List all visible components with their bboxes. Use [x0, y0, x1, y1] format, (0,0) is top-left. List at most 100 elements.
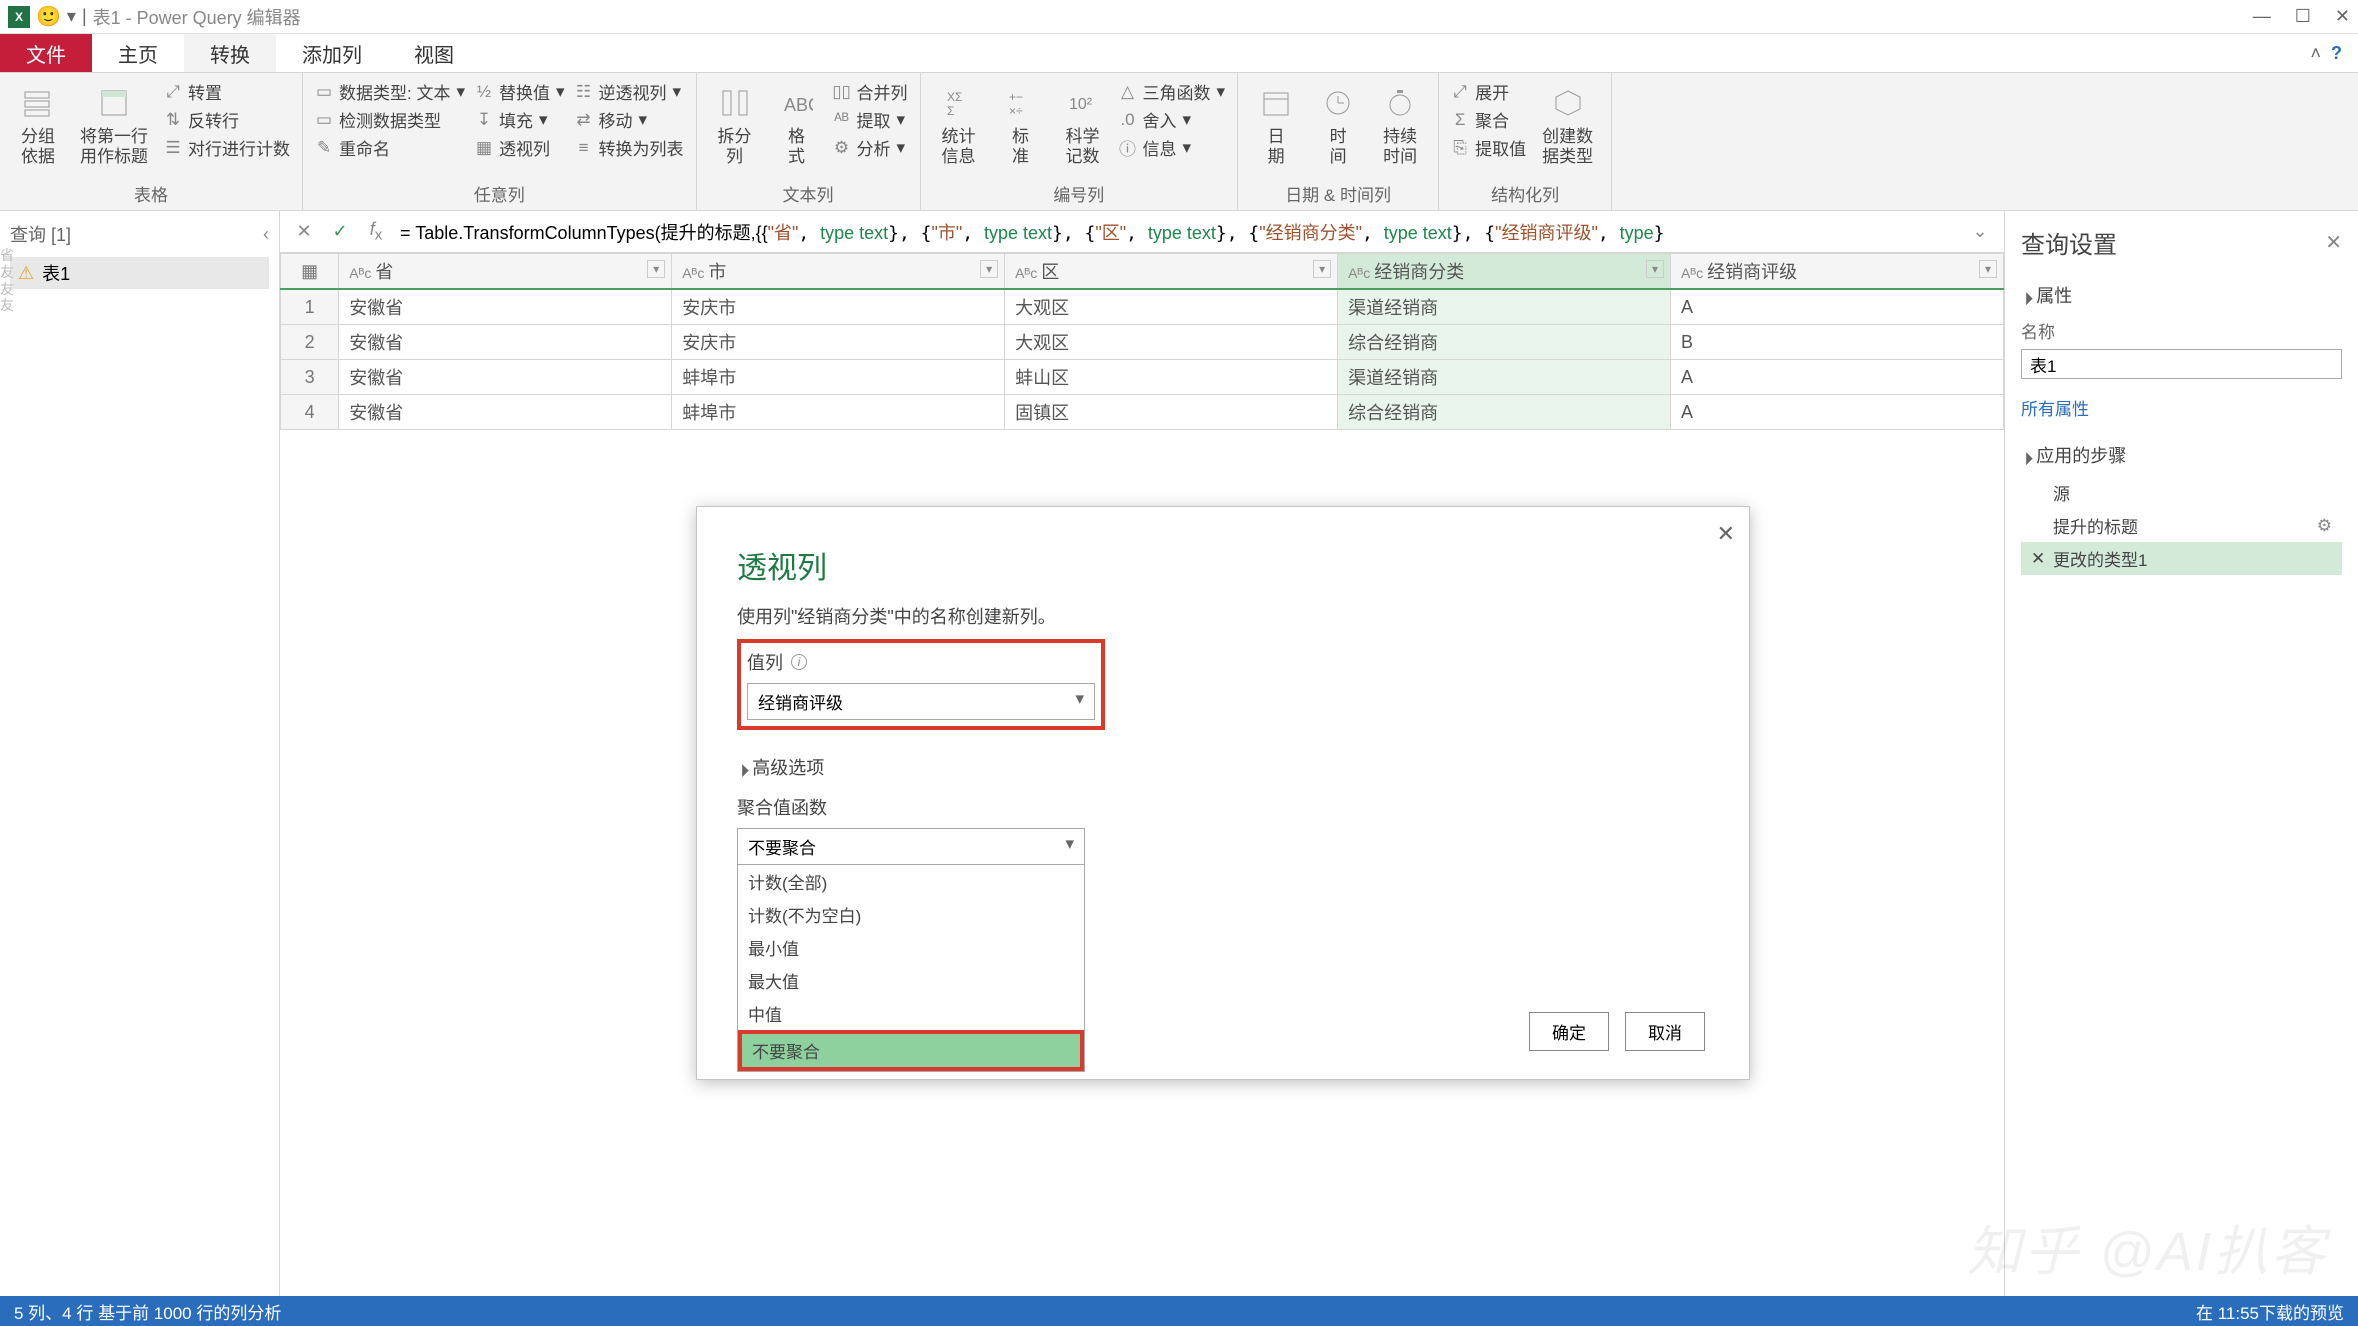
grid-cell[interactable]: 安徽省	[339, 395, 672, 430]
delete-step-icon[interactable]: ✕	[2031, 549, 2045, 569]
applied-step[interactable]: ✕源	[2021, 476, 2342, 509]
column-header[interactable]: Aᴮc省▾	[339, 254, 672, 290]
dropdown-option[interactable]: 计数(不为空白)	[738, 898, 1084, 931]
column-header[interactable]: Aᴮc市▾	[672, 254, 1005, 290]
cancel-button[interactable]: 取消	[1625, 1012, 1705, 1051]
duration-button[interactable]: 持续 时间	[1374, 79, 1426, 181]
aggregate-function-select[interactable]: 不要聚合	[737, 828, 1085, 865]
grid-cell[interactable]: 蚌山区	[1005, 360, 1338, 395]
replace-values-button[interactable]: ½替换值 ▾	[475, 79, 565, 104]
rounding-button[interactable]: .0舍入 ▾	[1119, 107, 1226, 132]
grid-cell[interactable]: 安庆市	[672, 289, 1005, 325]
create-datatype-button[interactable]: 创建数 据类型	[1536, 79, 1599, 181]
tab-file[interactable]: 文件	[0, 34, 92, 72]
data-type-button[interactable]: ▭数据类型: 文本 ▾	[315, 79, 465, 104]
datatype-icon[interactable]: Aᴮc	[1015, 265, 1037, 281]
datatype-icon[interactable]: Aᴮc	[682, 265, 704, 281]
extract-values-button[interactable]: ⎘提取值	[1451, 135, 1526, 160]
date-button[interactable]: 日 期	[1250, 79, 1302, 181]
merge-columns-button[interactable]: ▯▯合并列	[833, 79, 908, 104]
value-column-select[interactable]: 经销商评级	[747, 683, 1095, 720]
dropdown-option[interactable]: 最小值	[738, 931, 1084, 964]
grid-cell[interactable]: 安徽省	[339, 360, 672, 395]
grid-cell[interactable]: 安徽省	[339, 325, 672, 360]
minimize-button[interactable]: —	[2253, 6, 2271, 27]
grid-cell[interactable]: 综合经销商	[1338, 325, 1671, 360]
collapse-panel-icon[interactable]: ‹	[263, 224, 269, 245]
datatype-icon[interactable]: Aᴮc	[1681, 265, 1703, 281]
accept-formula-icon[interactable]: ✓	[328, 221, 352, 242]
help-icon[interactable]: ?	[2331, 43, 2342, 64]
pivot-column-button[interactable]: ▦透视列	[475, 135, 565, 160]
time-button[interactable]: 时 间	[1312, 79, 1364, 181]
column-header[interactable]: Aᴮc经销商分类▾	[1338, 254, 1671, 290]
qat-dropdown-icon[interactable]: ▾	[67, 6, 76, 27]
use-first-row-headers-button[interactable]: 将第一行 用作标题	[74, 79, 154, 181]
extract-button[interactable]: ᴬᴮ提取 ▾	[833, 107, 908, 132]
parse-button[interactable]: ⚙分析 ▾	[833, 135, 908, 160]
aggregate-button[interactable]: Σ聚合	[1451, 107, 1526, 132]
tab-home[interactable]: 主页	[92, 34, 184, 72]
row-header[interactable]: 1	[281, 289, 339, 325]
detect-data-type-button[interactable]: ▭检测数据类型	[315, 107, 465, 132]
grid-cell[interactable]: A	[1671, 395, 2004, 430]
grid-cell[interactable]: 综合经销商	[1338, 395, 1671, 430]
applied-step[interactable]: ✕提升的标题⚙	[2021, 509, 2342, 542]
gear-icon[interactable]: ⚙	[2317, 516, 2332, 536]
grid-cell[interactable]: 蚌埠市	[672, 360, 1005, 395]
grid-cell[interactable]: 固镇区	[1005, 395, 1338, 430]
scientific-button[interactable]: 10² 科学 记数	[1057, 79, 1109, 181]
dropdown-option[interactable]: 计数(全部)	[738, 865, 1084, 898]
row-header[interactable]: 4	[281, 395, 339, 430]
move-button[interactable]: ⇄移动 ▾	[575, 107, 684, 132]
dialog-close-icon[interactable]: ✕	[1717, 521, 1735, 547]
expand-formula-icon[interactable]: ⌄	[1968, 221, 1992, 242]
format-button[interactable]: ABC 格 式	[771, 79, 823, 181]
grid-cell[interactable]: A	[1671, 360, 2004, 395]
maximize-button[interactable]: ☐	[2295, 6, 2311, 27]
split-column-button[interactable]: 拆分 列	[709, 79, 761, 181]
filter-dropdown-icon[interactable]: ▾	[980, 260, 998, 278]
groupby-button[interactable]: 分组 依据	[12, 79, 64, 181]
query-name-input[interactable]	[2021, 349, 2342, 379]
close-button[interactable]: ✕	[2335, 6, 2350, 27]
ok-button[interactable]: 确定	[1529, 1012, 1609, 1051]
fill-button[interactable]: ↧填充 ▾	[475, 107, 565, 132]
row-header[interactable]: 2	[281, 325, 339, 360]
fx-icon[interactable]: fx	[364, 219, 388, 244]
grid-cell[interactable]: A	[1671, 289, 2004, 325]
to-list-button[interactable]: ≡转换为列表	[575, 135, 684, 160]
dropdown-option[interactable]: 最大值	[738, 964, 1084, 997]
all-properties-link[interactable]: 所有属性	[2021, 395, 2089, 420]
applied-step[interactable]: ✕更改的类型1	[2021, 542, 2342, 575]
expand-button[interactable]: ⤢展开	[1451, 79, 1526, 104]
filter-dropdown-icon[interactable]: ▾	[1313, 260, 1331, 278]
tab-view[interactable]: 视图	[388, 34, 480, 72]
filter-dropdown-icon[interactable]: ▾	[1646, 260, 1664, 278]
query-item[interactable]: ⚠ 表1	[10, 257, 269, 289]
trig-button[interactable]: △三角函数 ▾	[1119, 79, 1226, 104]
filter-dropdown-icon[interactable]: ▾	[647, 260, 665, 278]
formula-text[interactable]: = Table.TransformColumnTypes(提升的标题,{{"省"…	[400, 219, 1956, 245]
datatype-icon[interactable]: Aᴮc	[1348, 265, 1370, 281]
info-button[interactable]: ⓘ信息 ▾	[1119, 135, 1226, 160]
column-header[interactable]: Aᴮc经销商评级▾	[1671, 254, 2004, 290]
grid-cell[interactable]: 安庆市	[672, 325, 1005, 360]
datatype-icon[interactable]: Aᴮc	[349, 265, 371, 281]
unpivot-button[interactable]: ☷逆透视列 ▾	[575, 79, 684, 104]
grid-cell[interactable]: 安徽省	[339, 289, 672, 325]
grid-cell[interactable]: B	[1671, 325, 2004, 360]
count-rows-button[interactable]: ☰对行进行计数	[164, 135, 290, 160]
rename-button[interactable]: ✎重命名	[315, 135, 465, 160]
grid-cell[interactable]: 渠道经销商	[1338, 360, 1671, 395]
cancel-formula-icon[interactable]: ✕	[292, 221, 316, 242]
grid-cell[interactable]: 大观区	[1005, 325, 1338, 360]
grid-corner[interactable]: ▦	[281, 254, 339, 290]
statistics-button[interactable]: XΣΣ 统计 信息	[933, 79, 985, 181]
grid-cell[interactable]: 蚌埠市	[672, 395, 1005, 430]
ribbon-collapse-icon[interactable]: ˄	[2310, 43, 2321, 64]
tab-addcolumn[interactable]: 添加列	[276, 34, 388, 72]
grid-cell[interactable]: 大观区	[1005, 289, 1338, 325]
transpose-button[interactable]: ⤢转置	[164, 79, 290, 104]
reverse-rows-button[interactable]: ⇅反转行	[164, 107, 290, 132]
